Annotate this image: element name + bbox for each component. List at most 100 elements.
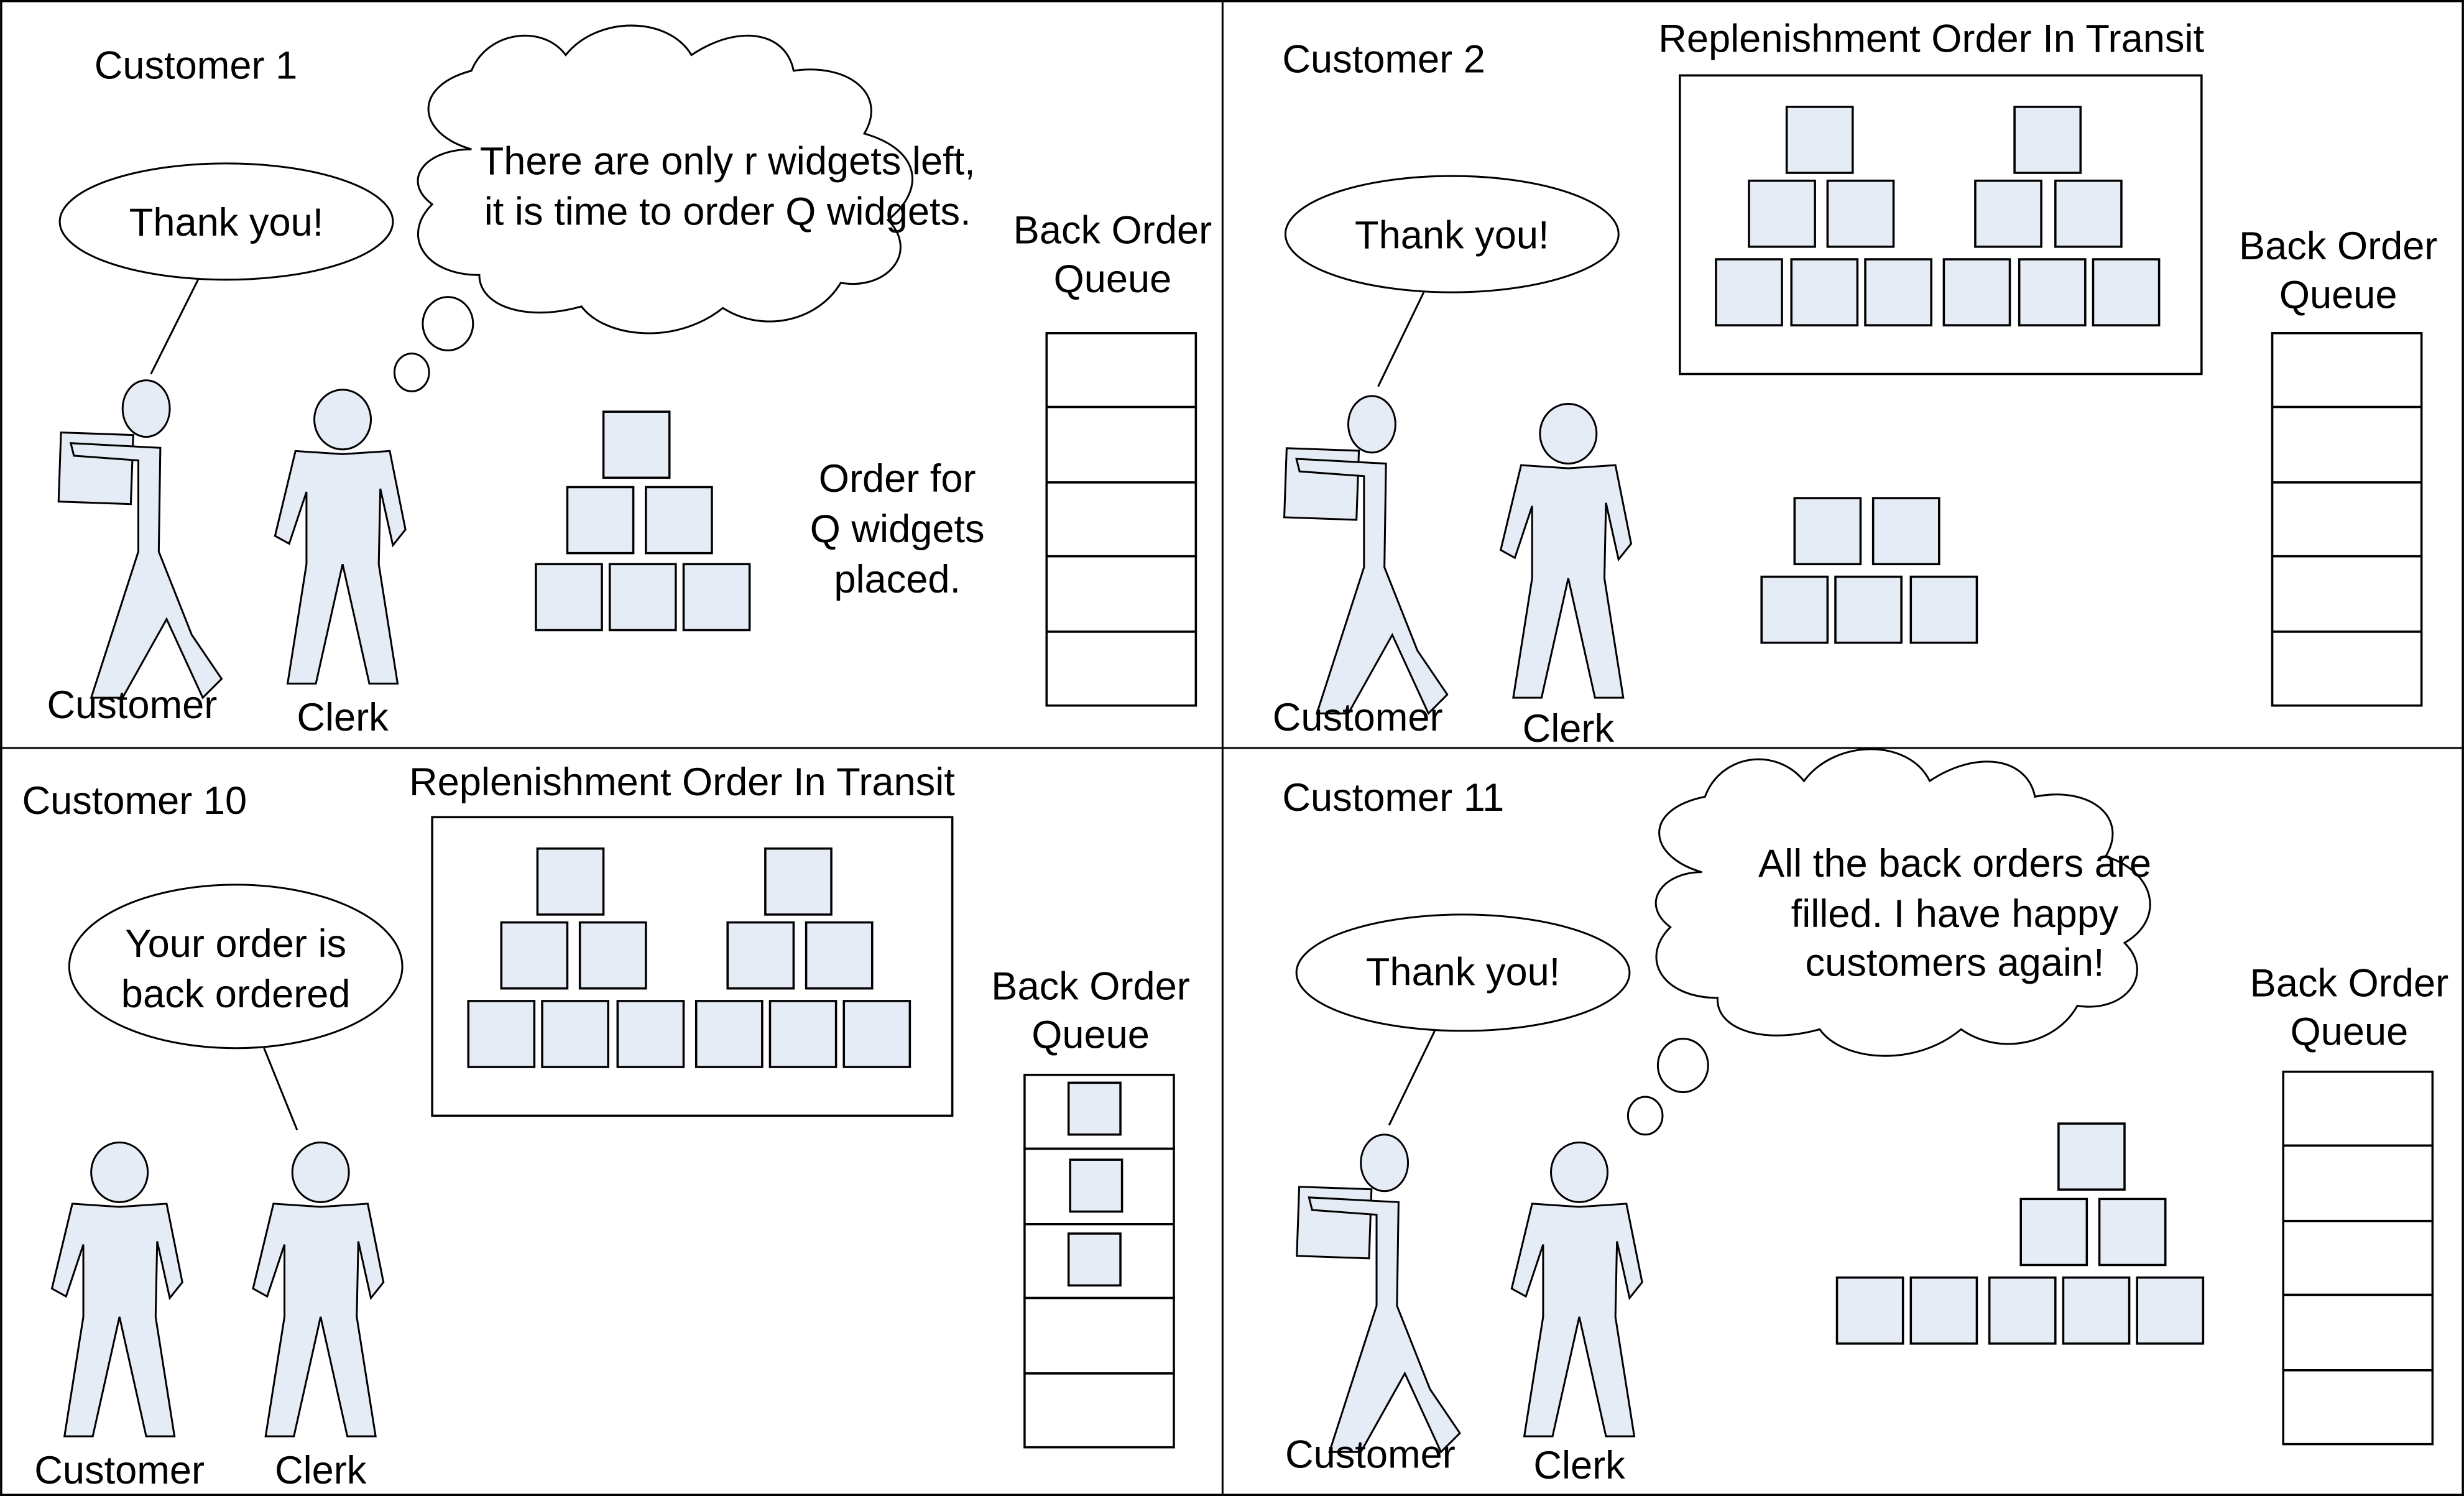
clerk-label: Clerk — [297, 696, 389, 739]
speech-text: Thank you! — [129, 201, 324, 244]
widget-box — [1760, 575, 1829, 644]
widget-box — [536, 847, 605, 916]
speech-text: Thank you! — [1355, 213, 1549, 257]
back-order-queue — [2282, 1070, 2434, 1446]
transit-label: Replenishment Order In Transit — [409, 760, 955, 804]
widget-box — [768, 1000, 837, 1068]
widget-box — [1748, 179, 1816, 248]
thought-line: it is time to order Q widgets. — [484, 190, 971, 233]
widget-box — [2098, 1198, 2167, 1267]
widget-box — [541, 1000, 609, 1068]
queue-slot — [2271, 630, 2423, 707]
widget-box — [2054, 179, 2123, 248]
queue-slot — [1045, 555, 1197, 633]
queue-slot — [2271, 481, 2423, 558]
queue-slot — [2282, 1369, 2434, 1446]
widget-box — [805, 921, 874, 990]
queue-slot — [2271, 332, 2423, 409]
widget-box — [694, 1000, 764, 1068]
speech-text: back ordered — [121, 972, 351, 1016]
speech-text: Your order is — [125, 922, 346, 966]
queue-slot — [2282, 1293, 2434, 1372]
widget-box — [2057, 1122, 2126, 1191]
widget-box — [1864, 258, 1932, 326]
order-note-line: Q widgets — [810, 507, 985, 551]
back-order-queue — [2271, 332, 2423, 707]
widget-box — [1988, 1276, 2057, 1345]
widget-box — [500, 921, 569, 990]
widget-box — [2136, 1276, 2205, 1345]
queue-label: Queue — [2291, 1010, 2409, 1054]
queue-slot — [1045, 405, 1197, 484]
clerk-label: Clerk — [275, 1449, 367, 1492]
thought-line: There are only r widgets left, — [480, 140, 976, 183]
panel-title: Customer 11 — [1282, 776, 1504, 820]
queue-slot — [1045, 332, 1197, 409]
widget-box — [608, 563, 677, 632]
widget-box — [682, 563, 751, 632]
backordered-widget-box — [1067, 1081, 1122, 1136]
widget-box — [645, 486, 713, 555]
widget-box — [2018, 258, 2087, 326]
backordered-widget-box — [1069, 1158, 1124, 1213]
panel-title: Customer 10 — [22, 779, 247, 823]
queue-slot — [2282, 1144, 2434, 1222]
queue-slot — [2282, 1219, 2434, 1296]
widget-box — [578, 921, 647, 990]
panel-title: Customer 2 — [1282, 37, 1485, 81]
widget-box — [1793, 497, 1862, 566]
widget-box — [764, 847, 833, 916]
thought-line: customers again! — [1806, 941, 2105, 984]
queue-label: Back Order — [2250, 961, 2448, 1005]
widget-box — [1871, 497, 1940, 566]
widget-box — [467, 1000, 536, 1068]
widget-box — [566, 486, 635, 555]
widget-box — [1909, 575, 1978, 644]
widget-box — [1974, 179, 2042, 248]
widget-box — [1834, 575, 1903, 644]
customer-label: Customer — [47, 683, 217, 727]
queue-slot — [1023, 1296, 1175, 1375]
queue-slot — [1045, 630, 1197, 707]
widget-box — [1826, 179, 1895, 248]
widget-box — [2062, 1276, 2131, 1345]
widget-box — [1715, 258, 1783, 326]
clerk-label: Clerk — [1533, 1444, 1625, 1487]
widget-box — [1909, 1276, 1978, 1345]
queue-label: Queue — [2279, 273, 2397, 316]
widget-box — [842, 1000, 911, 1068]
queue-label: Queue — [1031, 1013, 1150, 1057]
panel-title: Customer 1 — [95, 44, 298, 87]
order-note-line: placed. — [834, 558, 961, 601]
thought-line: filled. I have happy — [1791, 892, 2119, 936]
transit-label: Replenishment Order In Transit — [1658, 17, 2204, 60]
widget-box — [616, 1000, 685, 1068]
customer-label: Customer — [1285, 1433, 1456, 1477]
transit-shipment — [1679, 74, 2203, 376]
inventory-comic-diagram: Customer 1 There are only r widgets left… — [0, 0, 2464, 1496]
customer-label: Customer — [34, 1449, 205, 1492]
thought-line: All the back orders are — [1758, 842, 2151, 885]
widget-box — [2092, 258, 2161, 326]
transit-shipment — [431, 816, 954, 1117]
queue-label: Back Order — [991, 964, 1189, 1008]
back-order-queue — [1023, 1073, 1175, 1449]
queue-label: Queue — [1054, 257, 1172, 301]
widget-box — [1835, 1276, 1904, 1345]
queue-slot — [1045, 481, 1197, 558]
widget-box — [535, 563, 603, 632]
queue-label: Back Order — [1013, 209, 1212, 252]
clerk-label: Clerk — [1523, 707, 1615, 750]
widget-box — [1790, 258, 1859, 326]
queue-slot — [2271, 405, 2423, 484]
widget-box — [2019, 1198, 2088, 1267]
backordered-widget-box — [1067, 1232, 1122, 1287]
widget-box — [2013, 106, 2082, 174]
queue-slot — [1023, 1372, 1175, 1449]
back-order-queue — [1045, 332, 1197, 707]
widget-box — [1942, 258, 2011, 326]
order-note-line: Order for — [819, 457, 976, 501]
customer-label: Customer — [1273, 696, 1443, 739]
queue-slot — [2282, 1070, 2434, 1147]
queue-label: Back Order — [2239, 224, 2437, 268]
